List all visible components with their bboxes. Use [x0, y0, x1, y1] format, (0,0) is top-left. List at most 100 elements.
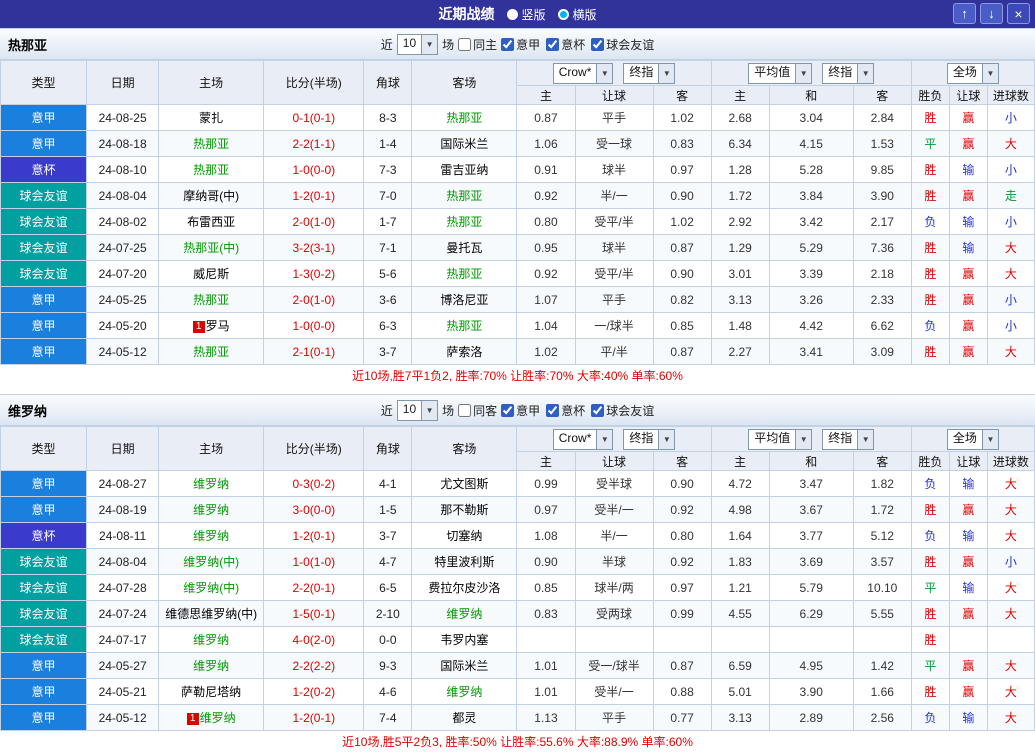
- odds-away-cell: 0.87: [653, 235, 711, 261]
- league-filter-1[interactable]: 意甲: [501, 402, 540, 419]
- avg-stage-select[interactable]: 终指▼: [822, 429, 874, 450]
- col-header-away: 客场: [412, 427, 517, 471]
- match-row: 意甲24-05-21萨勒尼塔纳1-2(0-2)4-6维罗纳1.01受半/一0.8…: [1, 679, 1035, 705]
- avg-home-cell: 5.01: [711, 679, 769, 705]
- score-cell: 4-0(2-0): [264, 627, 364, 653]
- radio-vertical-label: 竖版: [521, 6, 545, 23]
- avg-stage-select-value: 终指: [823, 430, 857, 449]
- odds-stage-select[interactable]: 终指▼: [623, 63, 675, 84]
- odds-line-cell: 受平/半: [575, 261, 653, 287]
- chevron-down-icon: ▼: [596, 430, 612, 449]
- match-row: 意甲24-08-25蒙扎0-1(0-1)8-3热那亚0.87平手1.022.68…: [1, 105, 1035, 131]
- odds-home-cell: 1.13: [517, 705, 575, 731]
- goals-result-cell: 大: [987, 131, 1034, 157]
- odds-stage-select[interactable]: 终指▼: [623, 429, 675, 450]
- close-button[interactable]: ×: [1007, 3, 1030, 24]
- avg-draw-cell: 4.95: [769, 653, 853, 679]
- league-filter-3[interactable]: 球会友谊: [591, 36, 654, 53]
- avg-draw-cell: 5.29: [769, 235, 853, 261]
- same-venue-filter[interactable]: 同主: [458, 36, 497, 53]
- odds-line-cell: 受一/球半: [575, 653, 653, 679]
- odds-away-cell: 0.85: [653, 313, 711, 339]
- layout-radio-vertical[interactable]: 竖版: [506, 6, 545, 23]
- odds-away-cell: 1.02: [653, 105, 711, 131]
- goals-result-cell: 大: [987, 235, 1034, 261]
- avg-away-cell: [853, 627, 911, 653]
- avg-draw-cell: 3.67: [769, 497, 853, 523]
- average-select[interactable]: 平均值▼: [748, 63, 812, 84]
- odds-line-cell: 受半球: [575, 471, 653, 497]
- bookmaker-select[interactable]: Crow*▼: [553, 429, 614, 450]
- odds-home-cell: 1.04: [517, 313, 575, 339]
- handicap-result-cell: [949, 627, 987, 653]
- home-team-cell: 蒙扎: [159, 105, 264, 131]
- odds-away-cell: 0.90: [653, 471, 711, 497]
- league-checkbox[interactable]: [591, 38, 604, 51]
- date-cell: 24-08-18: [87, 131, 159, 157]
- match-row: 球会友谊24-07-24维德思维罗纳(中)1-5(0-1)2-10维罗纳0.83…: [1, 601, 1035, 627]
- result-cell: 胜: [911, 497, 949, 523]
- subcol-odds-line: 让球: [575, 86, 653, 105]
- bookmaker-select[interactable]: Crow*▼: [553, 63, 614, 84]
- match-count-select[interactable]: 10 ▼: [397, 34, 438, 55]
- avg-stage-select[interactable]: 终指▼: [822, 63, 874, 84]
- same-venue-checkbox[interactable]: [458, 404, 471, 417]
- league-checkbox[interactable]: [546, 404, 559, 417]
- odds-line-cell: 半球: [575, 549, 653, 575]
- score-cell: 1-2(0-1): [264, 523, 364, 549]
- league-checkbox[interactable]: [546, 38, 559, 51]
- league-cell: 球会友谊: [1, 209, 87, 235]
- league-filter-2[interactable]: 意杯: [546, 36, 585, 53]
- league-filter-1[interactable]: 意甲: [501, 36, 540, 53]
- date-cell: 24-07-25: [87, 235, 159, 261]
- result-cell: 负: [911, 209, 949, 235]
- date-cell: 24-08-27: [87, 471, 159, 497]
- scroll-up-button[interactable]: ↑: [953, 3, 976, 24]
- layout-radio-horizontal[interactable]: 横版: [558, 6, 597, 23]
- odds-away-cell: 0.92: [653, 549, 711, 575]
- league-filter-3[interactable]: 球会友谊: [591, 402, 654, 419]
- goals-result-cell: 小: [987, 287, 1034, 313]
- same-venue-filter[interactable]: 同客: [458, 402, 497, 419]
- league-cell: 球会友谊: [1, 575, 87, 601]
- home-team-cell: 维罗纳: [159, 627, 264, 653]
- scope-select[interactable]: 全场▼: [947, 63, 999, 84]
- odds-home-cell: 0.99: [517, 471, 575, 497]
- summary-text: 近10场,胜7平1负2, 胜率:70% 让胜率:70% 大率:40% 单率:60…: [0, 365, 1035, 388]
- subcol-avg-away: 客: [853, 86, 911, 105]
- league-label: 球会友谊: [606, 402, 654, 419]
- avg-draw-cell: 5.79: [769, 575, 853, 601]
- odds-away-cell: 0.80: [653, 523, 711, 549]
- league-checkbox[interactable]: [501, 404, 514, 417]
- home-team-cell: 热那亚: [159, 157, 264, 183]
- goals-result-cell: 大: [987, 497, 1034, 523]
- score-cell: 1-0(0-0): [264, 313, 364, 339]
- corner-cell: 3-7: [364, 339, 412, 365]
- scope-select[interactable]: 全场▼: [947, 429, 999, 450]
- odds-home-cell: 0.95: [517, 235, 575, 261]
- same-venue-checkbox[interactable]: [458, 38, 471, 51]
- avg-home-cell: 1.21: [711, 575, 769, 601]
- odds-home-cell: 0.80: [517, 209, 575, 235]
- league-filter-2[interactable]: 意杯: [546, 402, 585, 419]
- odds-away-cell: 0.88: [653, 679, 711, 705]
- match-row: 球会友谊24-07-17维罗纳4-0(2-0)0-0韦罗内塞胜: [1, 627, 1035, 653]
- away-team-cell: 博洛尼亚: [412, 287, 517, 313]
- avg-draw-cell: 3.41: [769, 339, 853, 365]
- corner-cell: 5-6: [364, 261, 412, 287]
- avg-home-cell: 2.27: [711, 339, 769, 365]
- odds-away-cell: 0.90: [653, 183, 711, 209]
- match-row: 球会友谊24-08-02布雷西亚2-0(1-0)1-7热那亚0.80受平/半1.…: [1, 209, 1035, 235]
- avg-draw-cell: 3.90: [769, 679, 853, 705]
- league-filters: 意甲意杯 球会友谊: [501, 402, 654, 419]
- chevron-down-icon: ▼: [596, 64, 612, 83]
- corner-cell: 4-7: [364, 549, 412, 575]
- average-select[interactable]: 平均值▼: [748, 429, 812, 450]
- chevron-down-icon: ▼: [795, 64, 811, 83]
- league-checkbox[interactable]: [501, 38, 514, 51]
- away-team-cell: 那不勒斯: [412, 497, 517, 523]
- handicap-result-cell: 赢: [949, 679, 987, 705]
- league-checkbox[interactable]: [591, 404, 604, 417]
- scroll-down-button[interactable]: ↓: [980, 3, 1003, 24]
- match-count-select[interactable]: 10 ▼: [397, 400, 438, 421]
